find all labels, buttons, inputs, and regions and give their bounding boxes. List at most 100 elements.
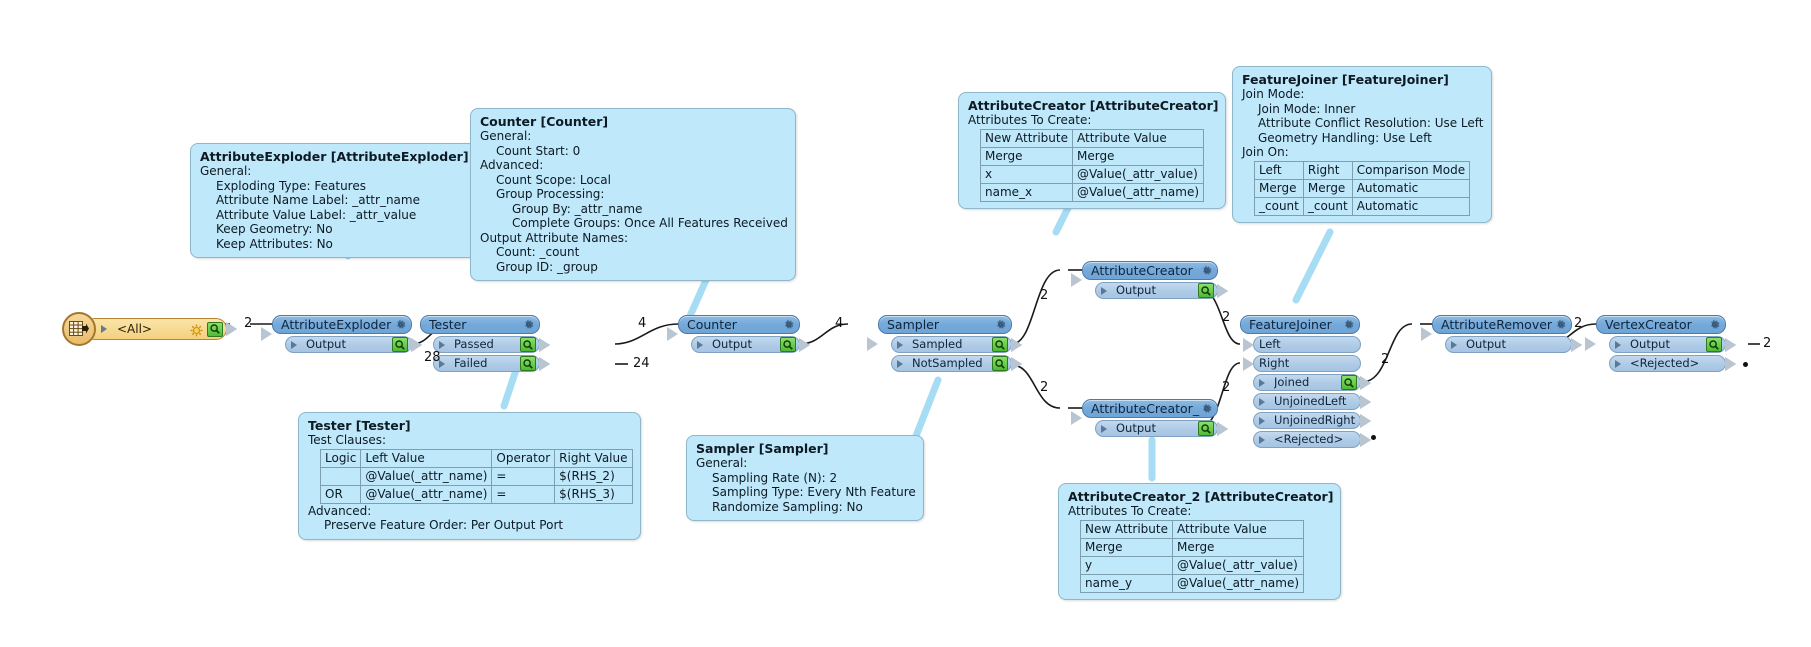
- node-header[interactable]: VertexCreator: [1585, 315, 1726, 351]
- port-right[interactable]: Right: [1243, 355, 1361, 372]
- magnifier-icon[interactable]: [207, 321, 223, 337]
- gear-icon[interactable]: [394, 318, 407, 331]
- edge-label-vertexcreator-output: 2: [1763, 336, 1772, 351]
- input-arrow-icon: [667, 327, 678, 341]
- edge-label-reader-exploder: 2: [244, 316, 253, 331]
- port-output[interactable]: Output: [1095, 420, 1228, 437]
- gear-icon[interactable]: [1200, 402, 1213, 415]
- port-notsampled[interactable]: NotSampled: [891, 355, 1022, 372]
- node-attributeremover[interactable]: AttributeRemover Output: [1421, 315, 1582, 353]
- node-attributecreator-2[interactable]: AttributeCreator_2 Output: [1071, 399, 1228, 437]
- gear-icon[interactable]: [1554, 318, 1567, 331]
- table-header-cell: Logic: [319, 448, 362, 468]
- annotation-sampler[interactable]: Sampler [Sampler] General: Sampling Rate…: [686, 435, 924, 521]
- node-header[interactable]: Tester: [409, 315, 540, 351]
- port-left[interactable]: Left: [1243, 336, 1361, 353]
- node-header[interactable]: AttributeCreator_2: [1071, 399, 1218, 425]
- port-unjoinedright[interactable]: UnjoinedRight: [1253, 412, 1371, 429]
- table-row: name_x @Value(_attr_name): [980, 182, 1205, 202]
- node-vertexcreator[interactable]: VertexCreator Output <Rejected>: [1585, 315, 1736, 372]
- port-joined[interactable]: Joined: [1253, 374, 1371, 391]
- node-header[interactable]: AttributeCreator: [1071, 261, 1218, 287]
- port-label: UnjoinedRight: [1274, 413, 1356, 427]
- annotation-table: New Attribute Attribute Value Merge Merg…: [1080, 519, 1305, 593]
- magnifier-icon[interactable]: [780, 337, 796, 352]
- gear-icon[interactable]: [782, 318, 795, 331]
- magnifier-icon[interactable]: [520, 337, 536, 352]
- node-header[interactable]: Counter: [667, 315, 800, 341]
- port-label: <Rejected>: [1630, 356, 1700, 370]
- magnifier-icon[interactable]: [1198, 283, 1214, 298]
- port-output[interactable]: Output: [1609, 336, 1736, 353]
- reader-node[interactable]: <All>: [62, 312, 237, 346]
- node-header[interactable]: FeatureJoiner: [1240, 315, 1360, 334]
- table-cell: Merge: [1302, 178, 1353, 198]
- annotation-line: General:: [200, 164, 252, 178]
- magnifier-icon[interactable]: [520, 356, 536, 371]
- workflow-canvas[interactable]: <All> AttributeExploder Output Tester Pa…: [0, 0, 1811, 647]
- port-sampled[interactable]: Sampled: [891, 336, 1022, 353]
- port-output[interactable]: Output: [691, 336, 810, 353]
- input-arrow-icon: [867, 336, 878, 351]
- gear-icon[interactable]: [994, 318, 1007, 331]
- table-cell: @Value(_attr_name): [360, 466, 493, 486]
- port-output[interactable]: Output: [1445, 336, 1582, 353]
- magnifier-icon[interactable]: [992, 337, 1008, 352]
- node-title: AttributeRemover: [1441, 317, 1553, 332]
- reader-feature-type[interactable]: <All>: [84, 318, 237, 340]
- port-label: Output: [306, 337, 346, 351]
- magnifier-icon[interactable]: [1706, 337, 1722, 352]
- port-label: Failed: [454, 356, 488, 370]
- table-reader-icon: [62, 312, 96, 346]
- gear-icon[interactable]: [1200, 264, 1213, 277]
- table-row: Merge Merge: [980, 146, 1205, 166]
- annotation-counter[interactable]: Counter [Counter] General: Count Start: …: [470, 108, 796, 281]
- node-counter[interactable]: Counter Output: [667, 315, 810, 353]
- node-ports: Output <Rejected>: [1609, 336, 1736, 372]
- node-featurejoiner[interactable]: FeatureJoiner Left Right Joined Unjoined…: [1240, 315, 1371, 448]
- annotation-line: Count Scope: Local: [496, 172, 611, 187]
- node-ports: Output: [285, 336, 422, 353]
- annotation-attributecreator-2[interactable]: AttributeCreator_2 [AttributeCreator] At…: [1058, 483, 1342, 600]
- annotation-line: Attribute Name Label: _attr_name: [216, 193, 420, 207]
- gear-icon[interactable]: [522, 318, 535, 331]
- sun-icon: [190, 323, 203, 336]
- output-arrow-icon: [1360, 375, 1371, 390]
- annotation-line: Keep Geometry: No: [216, 222, 333, 236]
- node-header[interactable]: AttributeRemover: [1421, 315, 1572, 341]
- node-title: FeatureJoiner: [1249, 317, 1332, 332]
- annotation-title: AttributeCreator [AttributeCreator]: [968, 98, 1219, 113]
- gear-icon[interactable]: [1342, 318, 1355, 331]
- annotation-title: Sampler [Sampler]: [696, 441, 829, 456]
- port-rejected[interactable]: <Rejected>: [1253, 431, 1371, 448]
- table-row: x @Value(_attr_value): [980, 164, 1205, 184]
- port-unjoinedleft[interactable]: UnjoinedLeft: [1253, 393, 1371, 410]
- port-output[interactable]: Output: [1095, 282, 1228, 299]
- node-header[interactable]: Sampler: [867, 315, 1012, 351]
- magnifier-icon[interactable]: [1198, 421, 1214, 436]
- magnifier-icon[interactable]: [1341, 375, 1357, 390]
- port-output[interactable]: Output: [285, 336, 422, 353]
- node-attributecreator[interactable]: AttributeCreator Output: [1071, 261, 1228, 299]
- annotation-tester[interactable]: Tester [Tester] Test Clauses: Logic Left…: [298, 412, 641, 540]
- table-header-row: New Attribute Attribute Value: [980, 128, 1205, 148]
- annotation-attributecreator[interactable]: AttributeCreator [AttributeCreator] Attr…: [958, 92, 1227, 209]
- node-ports: Output: [1095, 420, 1228, 437]
- annotation-featurejoiner[interactable]: FeatureJoiner [FeatureJoiner] Join Mode:…: [1232, 66, 1492, 223]
- magnifier-icon[interactable]: [392, 337, 408, 352]
- table-header-cell: Left Value: [360, 448, 493, 468]
- annotation-line: Join On:: [1242, 145, 1289, 159]
- annotation-title: Counter [Counter]: [480, 114, 609, 129]
- port-failed[interactable]: Failed: [433, 355, 550, 372]
- table-cell: Automatic: [1351, 196, 1471, 216]
- annotation-attributeexploder[interactable]: AttributeExploder [AttributeExploder] Ge…: [190, 143, 477, 258]
- node-attributeexploder[interactable]: AttributeExploder Output: [261, 315, 422, 353]
- gear-icon[interactable]: [1708, 318, 1721, 331]
- magnifier-icon[interactable]: [992, 356, 1008, 371]
- port-rejected[interactable]: <Rejected>: [1609, 355, 1736, 372]
- node-header[interactable]: AttributeExploder: [261, 315, 412, 341]
- annotation-line: Join Mode:: [1242, 87, 1305, 101]
- port-passed[interactable]: Passed: [433, 336, 550, 353]
- port-label: Output: [712, 337, 752, 351]
- node-sampler[interactable]: Sampler Sampled NotSampled: [867, 315, 1022, 372]
